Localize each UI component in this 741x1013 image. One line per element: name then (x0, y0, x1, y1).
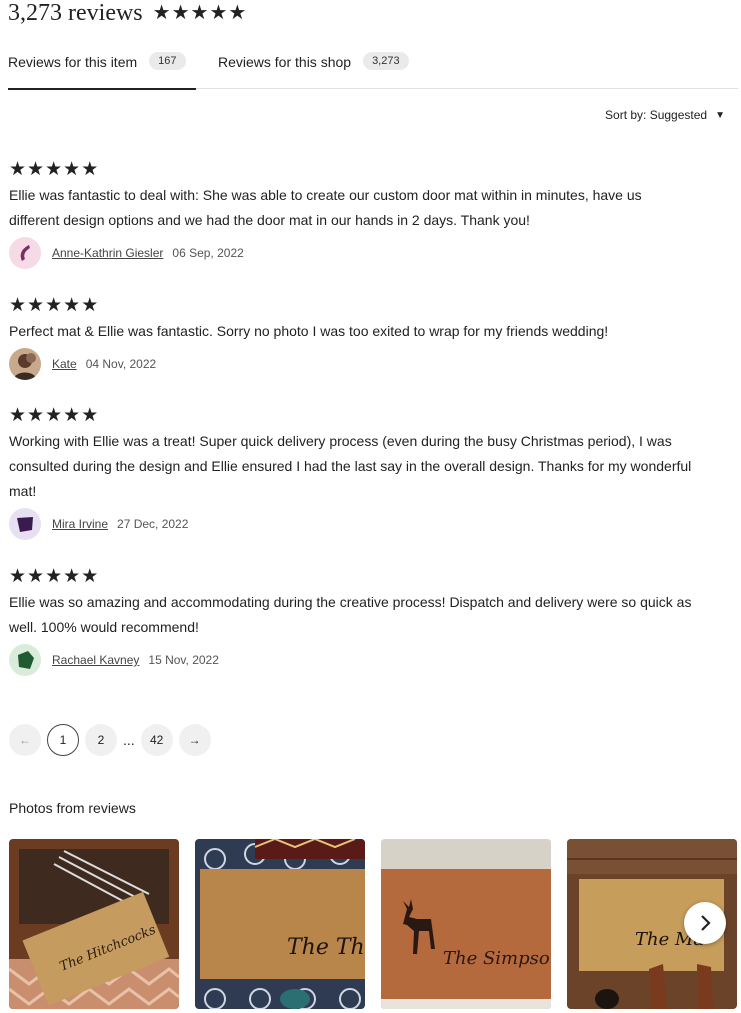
star-icon: ★ (27, 566, 45, 587)
review-tabs: Reviews for this item 167 Reviews for th… (8, 52, 738, 90)
pagination: ← 1 2 ... 42 → (9, 724, 217, 756)
review-date: 27 Dec, 2022 (117, 517, 189, 531)
star-icon: ★ (27, 159, 45, 180)
avatar[interactable] (9, 348, 41, 380)
review-photo[interactable]: The Thews (195, 839, 365, 1009)
tab-reviews-shop[interactable]: Reviews for this shop 3,273 (218, 52, 409, 88)
reviewer-name[interactable]: Kate (52, 357, 77, 371)
mat-text: The Thews (287, 935, 365, 960)
review-meta: Mira Irvine 27 Dec, 2022 (9, 508, 709, 540)
review-meta: Kate 04 Nov, 2022 (9, 348, 709, 380)
star-icon: ★ (9, 566, 27, 587)
page-button-1[interactable]: 1 (47, 724, 79, 756)
prev-page-button[interactable]: ← (9, 724, 41, 756)
tab-label: Reviews for this shop (218, 54, 352, 70)
star-icon: ★ (27, 295, 45, 316)
review-meta: Rachael Kavney 15 Nov, 2022 (9, 644, 709, 676)
reviewer-name[interactable]: Anne-Kathrin Giesler (52, 246, 163, 260)
star-icon: ★ (63, 159, 81, 180)
star-icon: ★ (171, 2, 190, 24)
chevron-right-icon (701, 915, 711, 931)
review-date: 15 Nov, 2022 (148, 653, 219, 667)
page-button-last[interactable]: 42 (140, 724, 173, 756)
star-icon: ★ (209, 2, 228, 24)
review-item: ★ ★ ★ ★ ★ Ellie was so amazing and accommoda… (9, 567, 709, 676)
review-date: 06 Sep, 2022 (172, 246, 244, 260)
reviews-header: 3,273 reviews ★ ★ ★ ★ ★ (8, 0, 246, 26)
mat-text: The Simpsons (443, 948, 551, 969)
tab-reviews-item[interactable]: Reviews for this item 167 (8, 52, 196, 90)
review-text: Perfect mat & Ellie was fantastic. Sorry… (9, 323, 609, 339)
review-rating: ★ ★ ★ ★ ★ (9, 296, 709, 315)
tab-count-badge: 3,273 (363, 52, 409, 70)
avatar[interactable] (9, 644, 41, 676)
star-icon: ★ (45, 159, 63, 180)
tab-label: Reviews for this item (8, 54, 138, 70)
review-item: ★ ★ ★ ★ ★ Ellie was fantastic to deal with: … (9, 160, 709, 269)
photos-section-title: Photos from reviews (9, 800, 136, 816)
review-text: Ellie was so amazing and accommodating d… (9, 594, 692, 635)
reviewer-name[interactable]: Mira Irvine (52, 517, 108, 531)
review-rating: ★ ★ ★ ★ ★ (9, 406, 709, 425)
overall-rating: ★ ★ ★ ★ ★ (153, 3, 247, 23)
star-icon: ★ (27, 405, 45, 426)
star-icon: ★ (81, 159, 99, 180)
reviewer-name[interactable]: Rachael Kavney (52, 653, 139, 667)
tab-count-badge: 167 (149, 52, 186, 70)
avatar[interactable] (9, 237, 41, 269)
star-icon: ★ (228, 2, 247, 24)
sort-dropdown[interactable]: Sort by: Suggested ▼ (605, 108, 725, 122)
photos-next-button[interactable] (684, 902, 726, 944)
review-text: Working with Ellie was a treat! Super qu… (9, 433, 692, 499)
review-rating: ★ ★ ★ ★ ★ (9, 160, 709, 179)
caret-down-icon: ▼ (715, 109, 725, 121)
avatar[interactable] (9, 508, 41, 540)
star-icon: ★ (81, 566, 99, 587)
star-icon: ★ (81, 295, 99, 316)
star-icon: ★ (190, 2, 209, 24)
star-icon: ★ (81, 405, 99, 426)
star-icon: ★ (9, 405, 27, 426)
review-photo[interactable]: The Hitchcocks (9, 839, 179, 1009)
page-button-2[interactable]: 2 (85, 724, 117, 756)
star-icon: ★ (63, 566, 81, 587)
next-page-button[interactable]: → (178, 724, 211, 756)
review-meta: Anne-Kathrin Giesler 06 Sep, 2022 (9, 237, 709, 269)
star-icon: ★ (45, 295, 63, 316)
sort-label: Sort by: Suggested (605, 108, 708, 122)
star-icon: ★ (63, 295, 81, 316)
review-item: ★ ★ ★ ★ ★ Perfect mat & Ellie was fantastic.… (9, 296, 709, 380)
star-icon: ★ (63, 405, 81, 426)
review-rating: ★ ★ ★ ★ ★ (9, 567, 709, 586)
review-text: Ellie was fantastic to deal with: She wa… (9, 187, 642, 228)
review-photo[interactable]: The Simpsons (381, 839, 551, 1009)
star-icon: ★ (9, 295, 27, 316)
star-icon: ★ (45, 405, 63, 426)
review-date: 04 Nov, 2022 (85, 357, 157, 371)
review-item: ★ ★ ★ ★ ★ Working with Ellie was a treat! Su… (9, 406, 709, 540)
pagination-ellipsis: ... (123, 732, 135, 748)
star-icon: ★ (45, 566, 63, 587)
star-icon: ★ (9, 159, 27, 180)
star-icon: ★ (152, 2, 171, 24)
review-count: 3,273 reviews (8, 0, 143, 26)
